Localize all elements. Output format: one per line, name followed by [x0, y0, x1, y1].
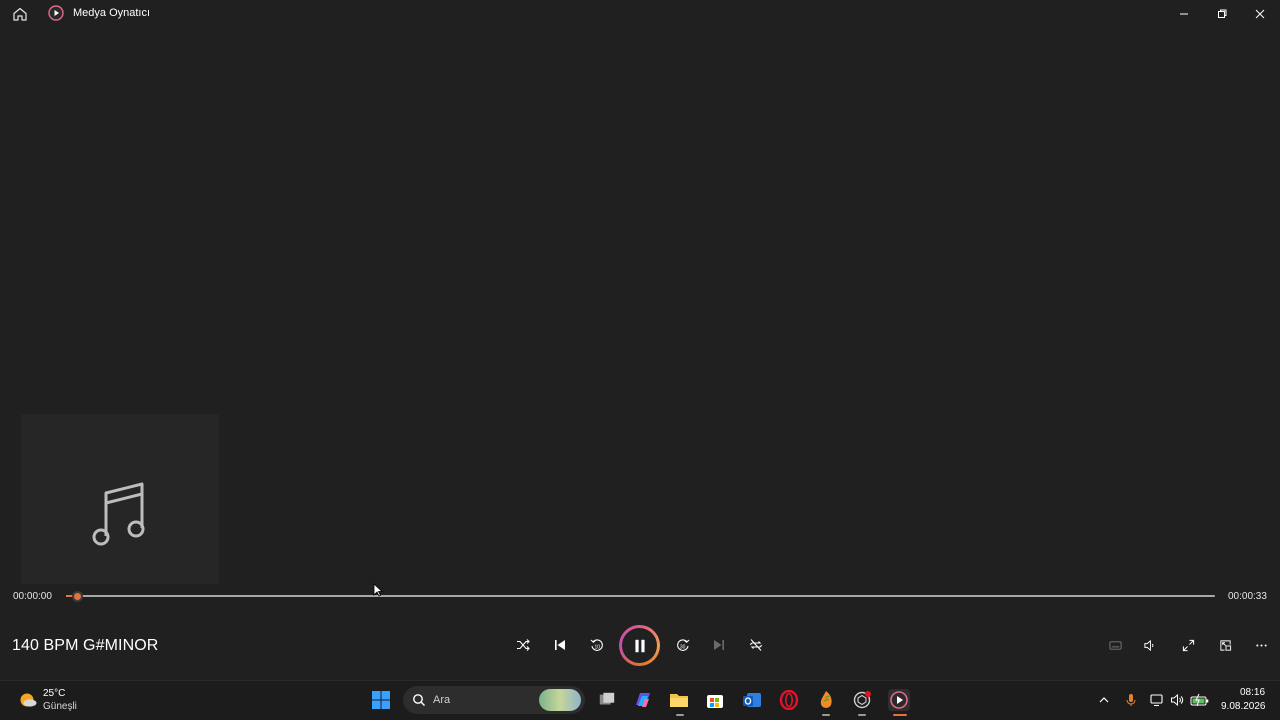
- media-player-app-icon: [48, 5, 64, 21]
- search-icon: [413, 694, 425, 706]
- search-highlight-image: [539, 689, 581, 711]
- chatgpt-icon: [853, 691, 871, 709]
- search-placeholder: Ara: [433, 694, 451, 706]
- microsoft-store-app[interactable]: [704, 689, 726, 711]
- media-player-app[interactable]: [888, 689, 910, 711]
- copilot-app[interactable]: [632, 689, 654, 711]
- repeat-button[interactable]: [745, 634, 767, 656]
- minimize-button[interactable]: [1165, 0, 1203, 28]
- task-view-button[interactable]: [596, 689, 618, 711]
- shuffle-icon: [517, 639, 530, 651]
- opera-icon: [779, 690, 799, 710]
- next-icon: [714, 640, 724, 650]
- home-icon[interactable]: [12, 6, 28, 22]
- chevron-up-icon: [1099, 697, 1109, 703]
- close-button[interactable]: [1241, 0, 1279, 28]
- captions-button[interactable]: [1106, 636, 1124, 654]
- media-player-window: Medya Oynatıcı 00:00:00 00:00:33 140 BPM…: [0, 0, 1280, 680]
- forward-30-button[interactable]: 30: [672, 634, 694, 656]
- shuffle-button[interactable]: [512, 634, 534, 656]
- microphone-tray[interactable]: [1123, 692, 1139, 708]
- rewind-10-icon: 10: [590, 639, 603, 651]
- opera-app[interactable]: [778, 689, 800, 711]
- network-tray[interactable]: [1149, 692, 1165, 708]
- media-player-icon: [890, 691, 908, 709]
- window-title: Medya Oynatıcı: [73, 7, 151, 19]
- outlook-icon: [743, 693, 761, 707]
- fullscreen-icon: [1182, 639, 1194, 651]
- file-explorer-app[interactable]: [668, 689, 690, 711]
- pause-icon: [622, 628, 657, 663]
- total-duration: 00:00:33: [1228, 591, 1267, 602]
- taskbar-clock-time[interactable]: 08:16: [1240, 687, 1265, 698]
- windows-icon: [372, 691, 390, 709]
- fullscreen-button[interactable]: [1179, 636, 1197, 654]
- battery-charging-icon: [1190, 693, 1209, 707]
- show-hidden-icons-button[interactable]: [1096, 692, 1112, 708]
- active-app-indicator: [893, 714, 907, 716]
- repeat-off-icon: [749, 639, 763, 651]
- mini-player-icon: [1219, 639, 1231, 651]
- weather-temperature: 25°C: [43, 688, 66, 699]
- taskbar-search[interactable]: Ara: [403, 686, 585, 714]
- copilot-icon: [636, 693, 650, 707]
- album-art-placeholder[interactable]: [21, 414, 219, 584]
- outlook-app[interactable]: [741, 689, 763, 711]
- network-icon: [1150, 694, 1163, 707]
- folder-icon: [670, 694, 688, 707]
- track-title: 140 BPM G#MINOR: [12, 637, 159, 654]
- previous-icon: [555, 640, 565, 650]
- weather-sun-icon[interactable]: [18, 689, 38, 709]
- running-indicator: [822, 714, 830, 716]
- close-icon: [1255, 9, 1265, 19]
- next-button[interactable]: [708, 634, 730, 656]
- speaker-icon: [1171, 693, 1184, 707]
- start-button[interactable]: [370, 689, 392, 711]
- svg-text:30: 30: [680, 645, 686, 651]
- chatgpt-app[interactable]: [851, 689, 873, 711]
- rewind-10-button[interactable]: 10: [586, 634, 608, 656]
- mini-player-button[interactable]: [1216, 636, 1234, 654]
- title-bar: Medya Oynatıcı: [0, 0, 1280, 28]
- svg-text:10: 10: [595, 645, 601, 651]
- seek-bar[interactable]: [66, 595, 1215, 597]
- running-indicator: [858, 714, 866, 716]
- minimize-icon: [1180, 13, 1188, 15]
- battery-tray[interactable]: [1190, 692, 1210, 708]
- task-view-icon: [599, 692, 615, 705]
- mouse-cursor-icon: [373, 583, 383, 597]
- volume-tray[interactable]: [1169, 692, 1185, 708]
- volume-icon: [1143, 639, 1153, 651]
- weather-description: Güneşli: [43, 701, 77, 712]
- fl-studio-app[interactable]: [815, 689, 837, 711]
- music-note-icon: [92, 482, 145, 546]
- maximize-button[interactable]: [1203, 0, 1241, 28]
- store-icon: [707, 695, 723, 708]
- captions-icon: [1108, 640, 1122, 650]
- taskbar-clock-date[interactable]: 9.08.2026: [1221, 701, 1266, 712]
- volume-button[interactable]: [1140, 636, 1158, 654]
- elapsed-time: 00:00:00: [13, 591, 52, 602]
- restore-icon: [1218, 9, 1227, 18]
- running-indicator: [676, 714, 684, 716]
- microphone-icon: [1126, 694, 1136, 706]
- fl-studio-icon: [820, 691, 832, 708]
- more-icon: [1255, 643, 1267, 647]
- previous-button[interactable]: [549, 634, 571, 656]
- play-pause-button[interactable]: [619, 625, 660, 666]
- seek-thumb[interactable]: [72, 591, 84, 602]
- forward-30-icon: 30: [677, 639, 690, 651]
- more-options-button[interactable]: [1252, 636, 1270, 654]
